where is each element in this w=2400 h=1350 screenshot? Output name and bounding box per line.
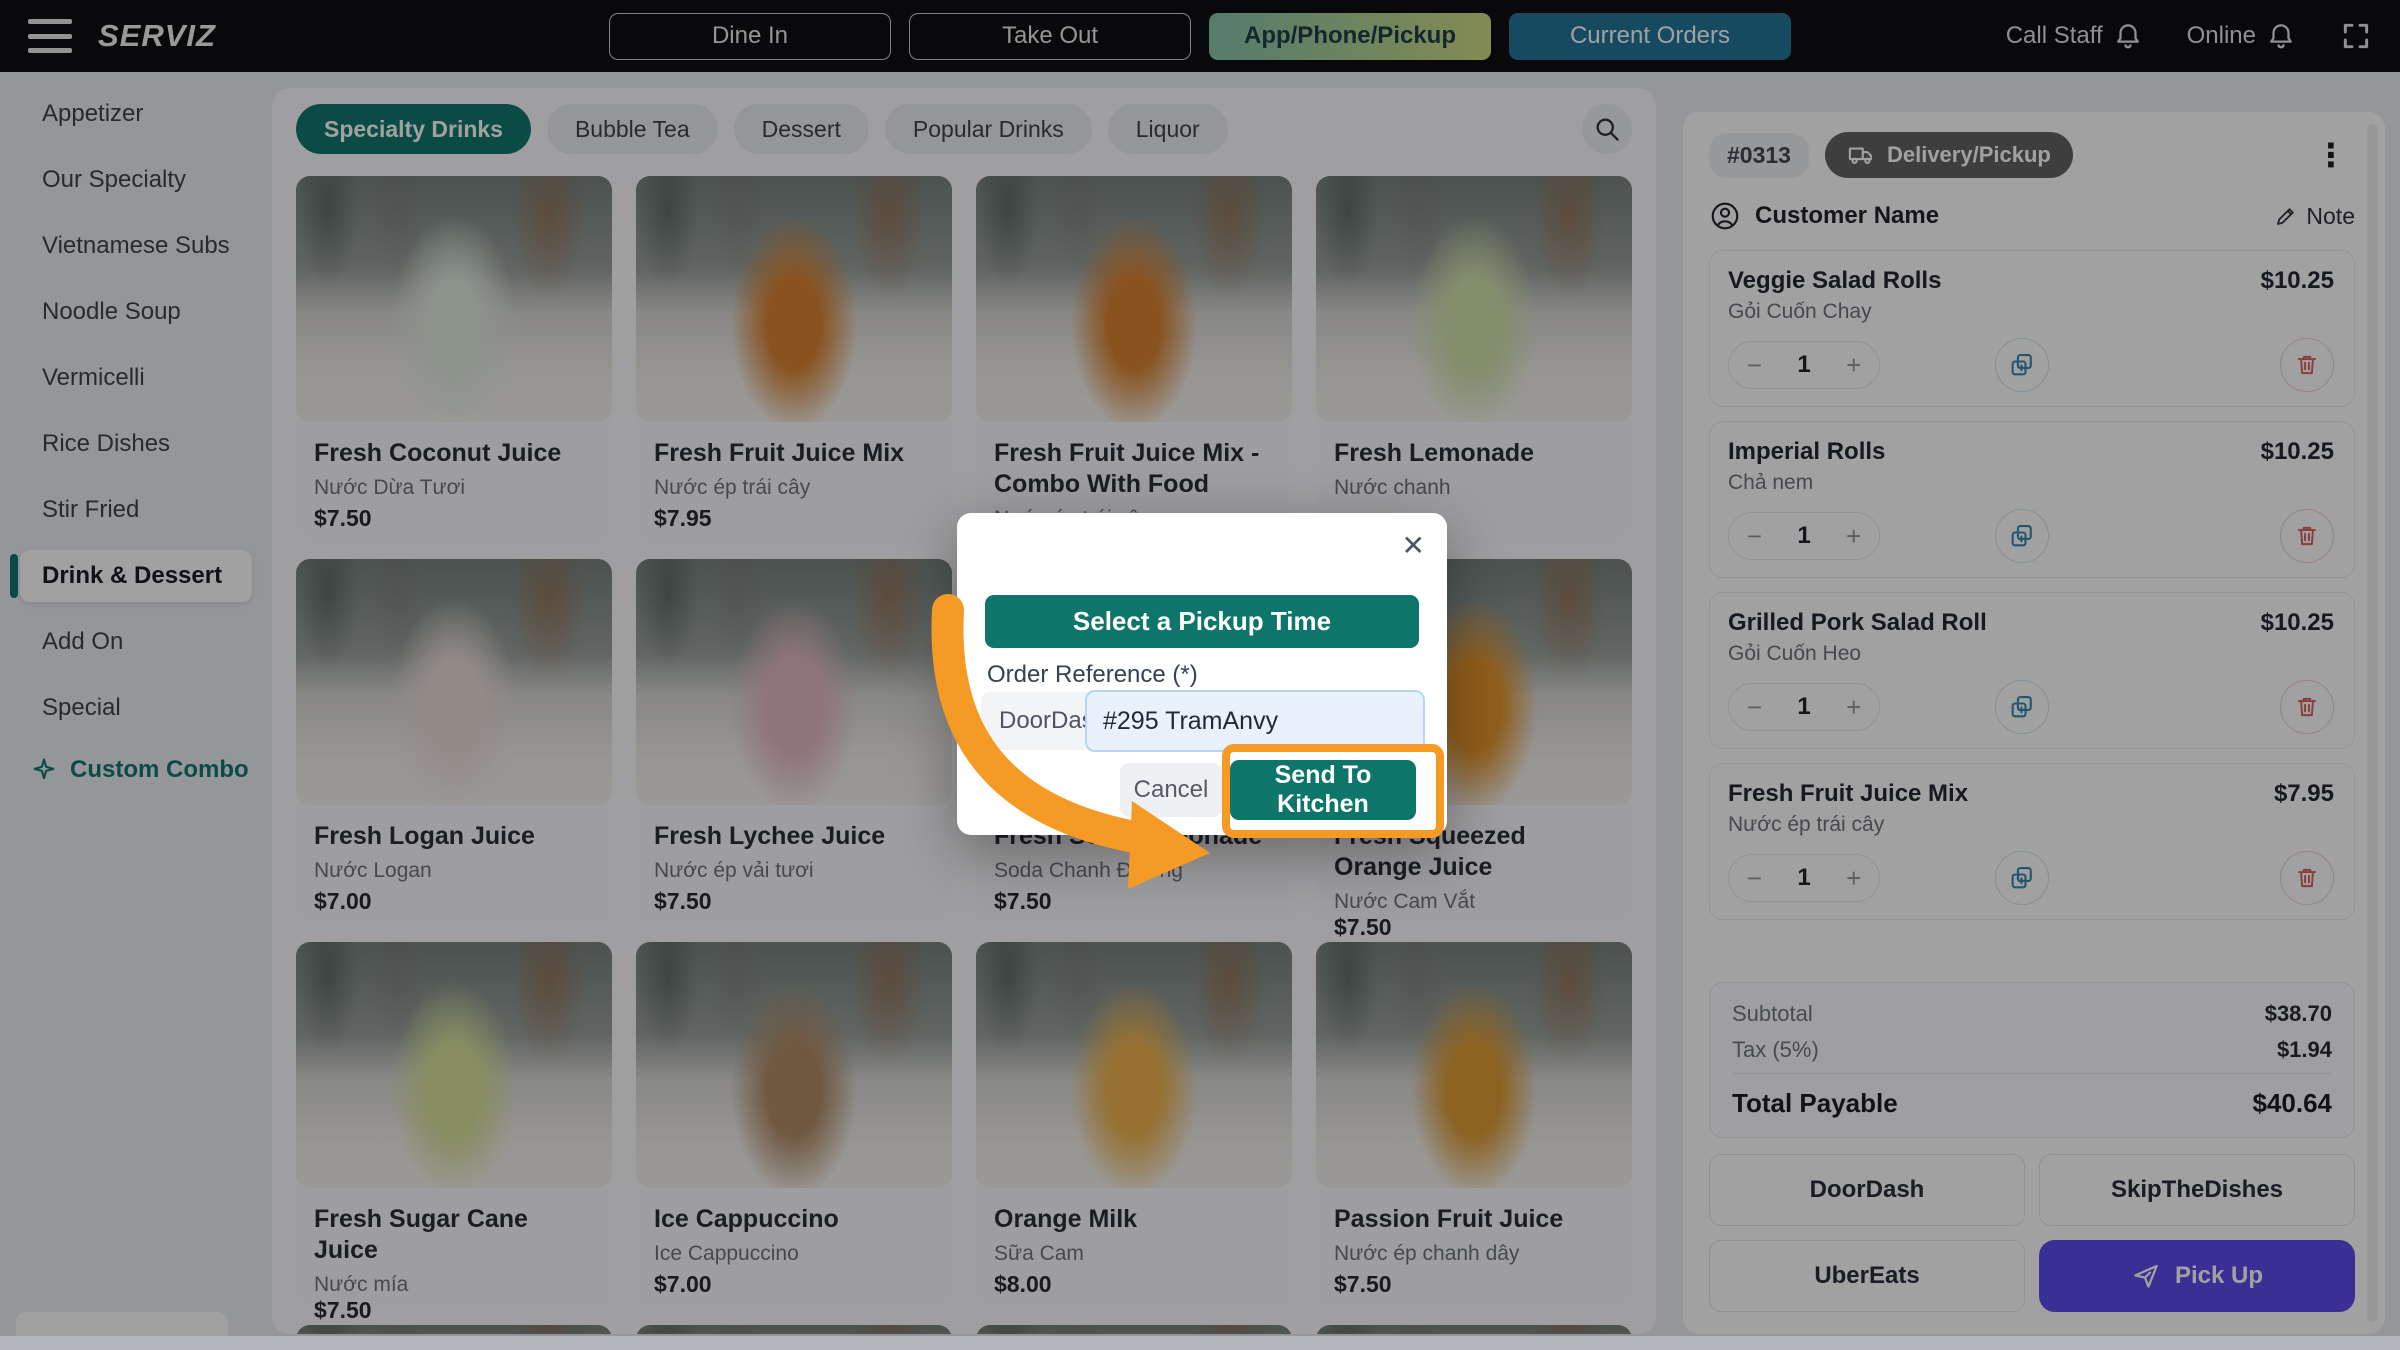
close-icon[interactable]: ✕ xyxy=(1402,529,1425,562)
order-reference-label: Order Reference (*) xyxy=(987,661,1198,689)
send-to-kitchen-button[interactable]: Send To Kitchen xyxy=(1230,760,1416,820)
cancel-button[interactable]: Cancel xyxy=(1120,763,1222,817)
order-reference-input[interactable] xyxy=(1085,690,1425,752)
select-pickup-time-button[interactable]: Select a Pickup Time xyxy=(985,595,1419,648)
horizontal-scrollbar[interactable] xyxy=(0,1336,2400,1350)
pickup-order-modal: ✕ Select a Pickup Time Order Reference (… xyxy=(957,513,1447,835)
